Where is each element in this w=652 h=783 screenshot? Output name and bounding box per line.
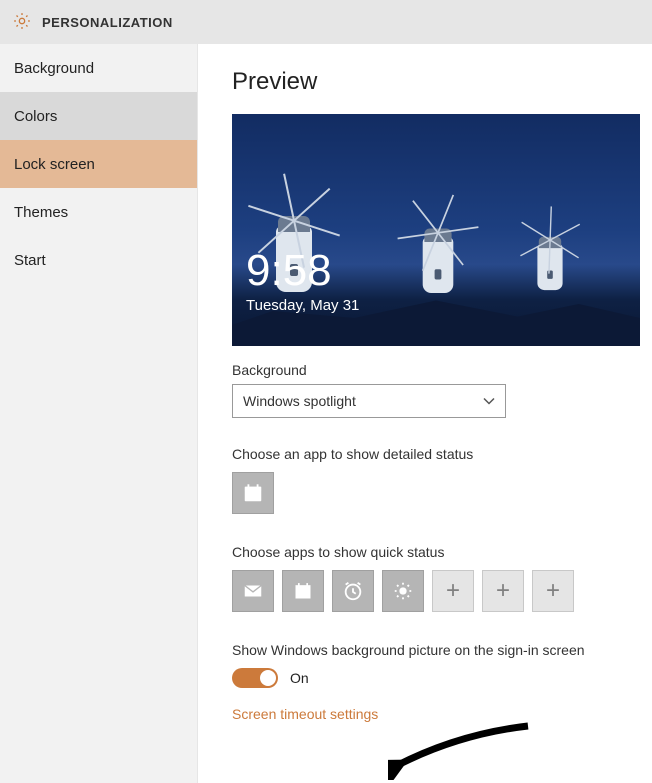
quick-app-slot-weather[interactable] [382, 570, 424, 612]
quick-app-slot-add[interactable]: + [532, 570, 574, 612]
lockscreen-preview: 9:58 Tuesday, May 31 [232, 114, 640, 346]
quick-app-slot-calendar[interactable] [282, 570, 324, 612]
sidebar-item-label: Lock screen [14, 156, 95, 173]
toggle-state: On [290, 670, 309, 686]
gear-icon [12, 11, 32, 34]
sidebar-item-themes[interactable]: Themes [0, 188, 197, 236]
signin-bg-label: Show Windows background picture on the s… [232, 642, 628, 658]
app-header: PERSONALIZATION [0, 0, 652, 44]
quick-app-slot-mail[interactable] [232, 570, 274, 612]
clock-date: Tuesday, May 31 [246, 297, 359, 314]
alarm-icon [342, 580, 364, 602]
quick-status-label: Choose apps to show quick status [232, 544, 628, 560]
sidebar-item-label: Colors [14, 108, 57, 125]
mail-icon [242, 580, 264, 602]
sidebar-item-start[interactable]: Start [0, 236, 197, 284]
background-label: Background [232, 362, 628, 378]
sidebar-item-colors[interactable]: Colors [0, 92, 197, 140]
quick-app-slot-add[interactable]: + [432, 570, 474, 612]
page-title: Preview [232, 68, 628, 96]
preview-clock: 9:58 Tuesday, May 31 [246, 249, 359, 314]
chevron-down-icon [483, 395, 495, 407]
weather-icon [392, 580, 414, 602]
detailed-status-label: Choose an app to show detailed status [232, 446, 628, 462]
background-dropdown[interactable]: Windows spotlight [232, 384, 506, 418]
sidebar-item-label: Themes [14, 204, 68, 221]
add-icon: + [546, 577, 560, 605]
add-icon: + [496, 577, 510, 605]
detailed-app-slot[interactable] [232, 472, 274, 514]
signin-bg-toggle[interactable] [232, 668, 278, 688]
quick-app-slot-alarm[interactable] [332, 570, 374, 612]
sidebar-item-lockscreen[interactable]: Lock screen [0, 140, 197, 188]
quick-app-slot-add[interactable]: + [482, 570, 524, 612]
calendar-icon [293, 581, 313, 601]
clock-time: 9:58 [246, 249, 359, 293]
sidebar-item-label: Background [14, 60, 94, 77]
dropdown-value: Windows spotlight [243, 393, 356, 409]
page-category: PERSONALIZATION [42, 15, 173, 30]
main-panel: Preview 9:58 Tuesday, May 31 Background … [198, 44, 652, 783]
sidebar-item-background[interactable]: Background [0, 44, 197, 92]
screen-timeout-link[interactable]: Screen timeout settings [232, 706, 378, 722]
sidebar-item-label: Start [14, 252, 46, 269]
sidebar: Background Colors Lock screen Themes Sta… [0, 44, 198, 783]
calendar-icon [242, 482, 264, 504]
add-icon: + [446, 577, 460, 605]
